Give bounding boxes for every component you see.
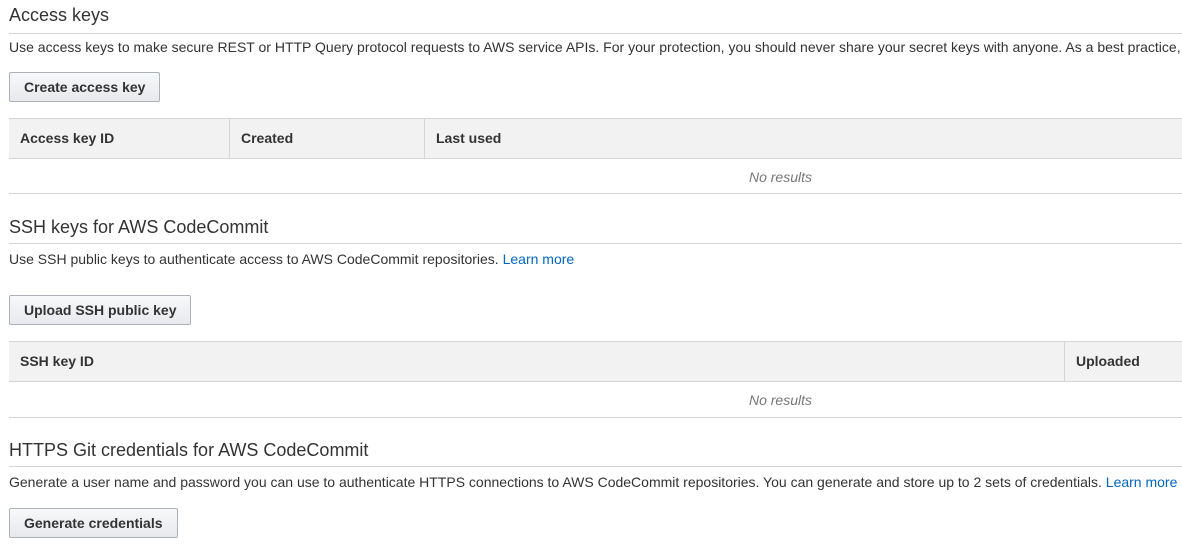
ssh-keys-description-text: Use SSH public keys to authenticate acce… bbox=[9, 251, 499, 267]
https-git-learn-more-link[interactable]: Learn more bbox=[1106, 474, 1178, 490]
divider bbox=[9, 193, 1182, 194]
divider bbox=[9, 243, 1182, 244]
create-access-key-button[interactable]: Create access key bbox=[9, 72, 161, 102]
access-keys-empty-message: No results bbox=[748, 169, 813, 185]
divider bbox=[9, 466, 1182, 467]
access-keys-description: Use access keys to make secure REST or H… bbox=[9, 39, 1181, 55]
access-keys-title: Access keys bbox=[9, 5, 110, 25]
https-git-description-text: Generate a user name and password you ca… bbox=[9, 474, 1102, 490]
ssh-keys-section: SSH keys for AWS CodeCommit Use SSH publ… bbox=[9, 216, 1182, 418]
divider bbox=[9, 33, 1182, 34]
column-header-ssh-key-id[interactable]: SSH key ID bbox=[9, 342, 1065, 381]
ssh-keys-title: SSH keys for AWS CodeCommit bbox=[9, 217, 269, 237]
upload-ssh-public-key-button[interactable]: Upload SSH public key bbox=[9, 295, 192, 325]
https-git-credentials-title: HTTPS Git credentials for AWS CodeCommit bbox=[9, 440, 369, 460]
ssh-keys-description: Use SSH public keys to authenticate acce… bbox=[9, 250, 574, 268]
access-keys-table-header: Access key ID Created Last used bbox=[9, 118, 1182, 159]
generate-credentials-button[interactable]: Generate credentials bbox=[9, 508, 178, 538]
access-keys-section: Access keys Use access keys to make secu… bbox=[9, 4, 1182, 194]
https-git-credentials-section: HTTPS Git credentials for AWS CodeCommit… bbox=[9, 439, 1182, 547]
https-git-credentials-description: Generate a user name and password you ca… bbox=[9, 473, 1177, 491]
column-header-created[interactable]: Created bbox=[230, 119, 425, 158]
divider bbox=[9, 417, 1182, 418]
ssh-keys-learn-more-link[interactable]: Learn more bbox=[503, 251, 575, 267]
column-header-last-used[interactable]: Last used bbox=[425, 119, 1182, 158]
ssh-keys-table-header: SSH key ID Uploaded bbox=[9, 341, 1182, 382]
column-header-access-key-id[interactable]: Access key ID bbox=[9, 119, 230, 158]
ssh-keys-empty-message: No results bbox=[748, 392, 813, 408]
column-header-uploaded[interactable]: Uploaded bbox=[1065, 342, 1182, 381]
